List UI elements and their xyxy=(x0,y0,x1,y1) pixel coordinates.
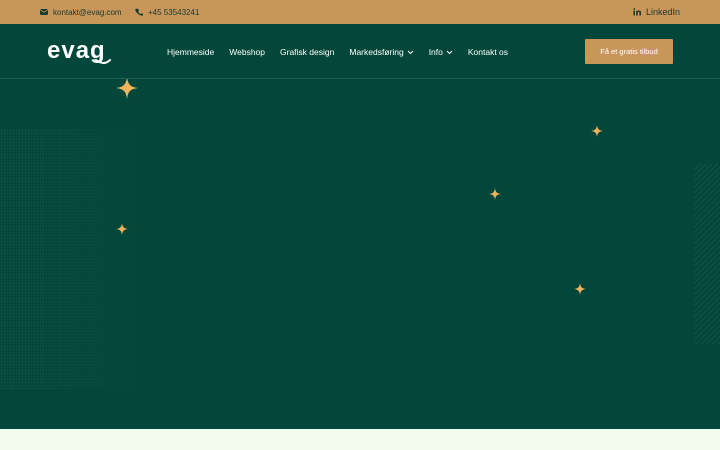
dot-pattern-decoration xyxy=(0,129,150,389)
main-navigation: Hjemmeside Webshop Grafisk design Marked… xyxy=(167,24,508,79)
phone-link[interactable]: +45 53543241 xyxy=(135,0,199,24)
free-quote-button[interactable]: Få et gratis tilbud xyxy=(585,39,673,64)
email-text: kontakt@evag.com xyxy=(53,7,122,17)
diagonal-lines-decoration xyxy=(694,164,720,344)
page: kontakt@evag.com +45 53543241 LinkedIn e… xyxy=(0,0,720,450)
main-header: evag Hjemmeside Webshop Grafisk design M… xyxy=(0,24,720,79)
next-section-strip xyxy=(0,429,720,450)
four-point-star-icon xyxy=(116,222,128,235)
phone-text: +45 53543241 xyxy=(148,7,200,17)
four-point-star-icon xyxy=(574,282,586,295)
four-point-star-icon xyxy=(591,124,603,137)
nav-kontakt-os[interactable]: Kontakt os xyxy=(468,47,508,57)
four-point-star-icon xyxy=(489,187,501,200)
mail-icon xyxy=(40,9,48,15)
nav-hjemmeside[interactable]: Hjemmeside xyxy=(167,47,214,57)
nav-info[interactable]: Info xyxy=(429,47,453,57)
linkedin-text: LinkedIn xyxy=(645,7,680,17)
linkedin-link[interactable]: LinkedIn xyxy=(633,0,680,24)
phone-icon xyxy=(135,8,143,16)
four-point-star-icon xyxy=(116,79,138,99)
email-link[interactable]: kontakt@evag.com xyxy=(40,0,122,24)
nav-markedsforing[interactable]: Markedsføring xyxy=(349,47,414,57)
chevron-down-icon xyxy=(407,47,414,57)
linkedin-icon xyxy=(633,8,641,16)
chevron-down-icon xyxy=(446,47,453,57)
top-contact-bar: kontakt@evag.com +45 53543241 LinkedIn xyxy=(0,0,720,24)
nav-webshop[interactable]: Webshop xyxy=(229,47,265,57)
evag-logo[interactable]: evag xyxy=(47,36,113,66)
nav-grafisk-design[interactable]: Grafisk design xyxy=(280,47,334,57)
hero-section xyxy=(0,79,720,429)
